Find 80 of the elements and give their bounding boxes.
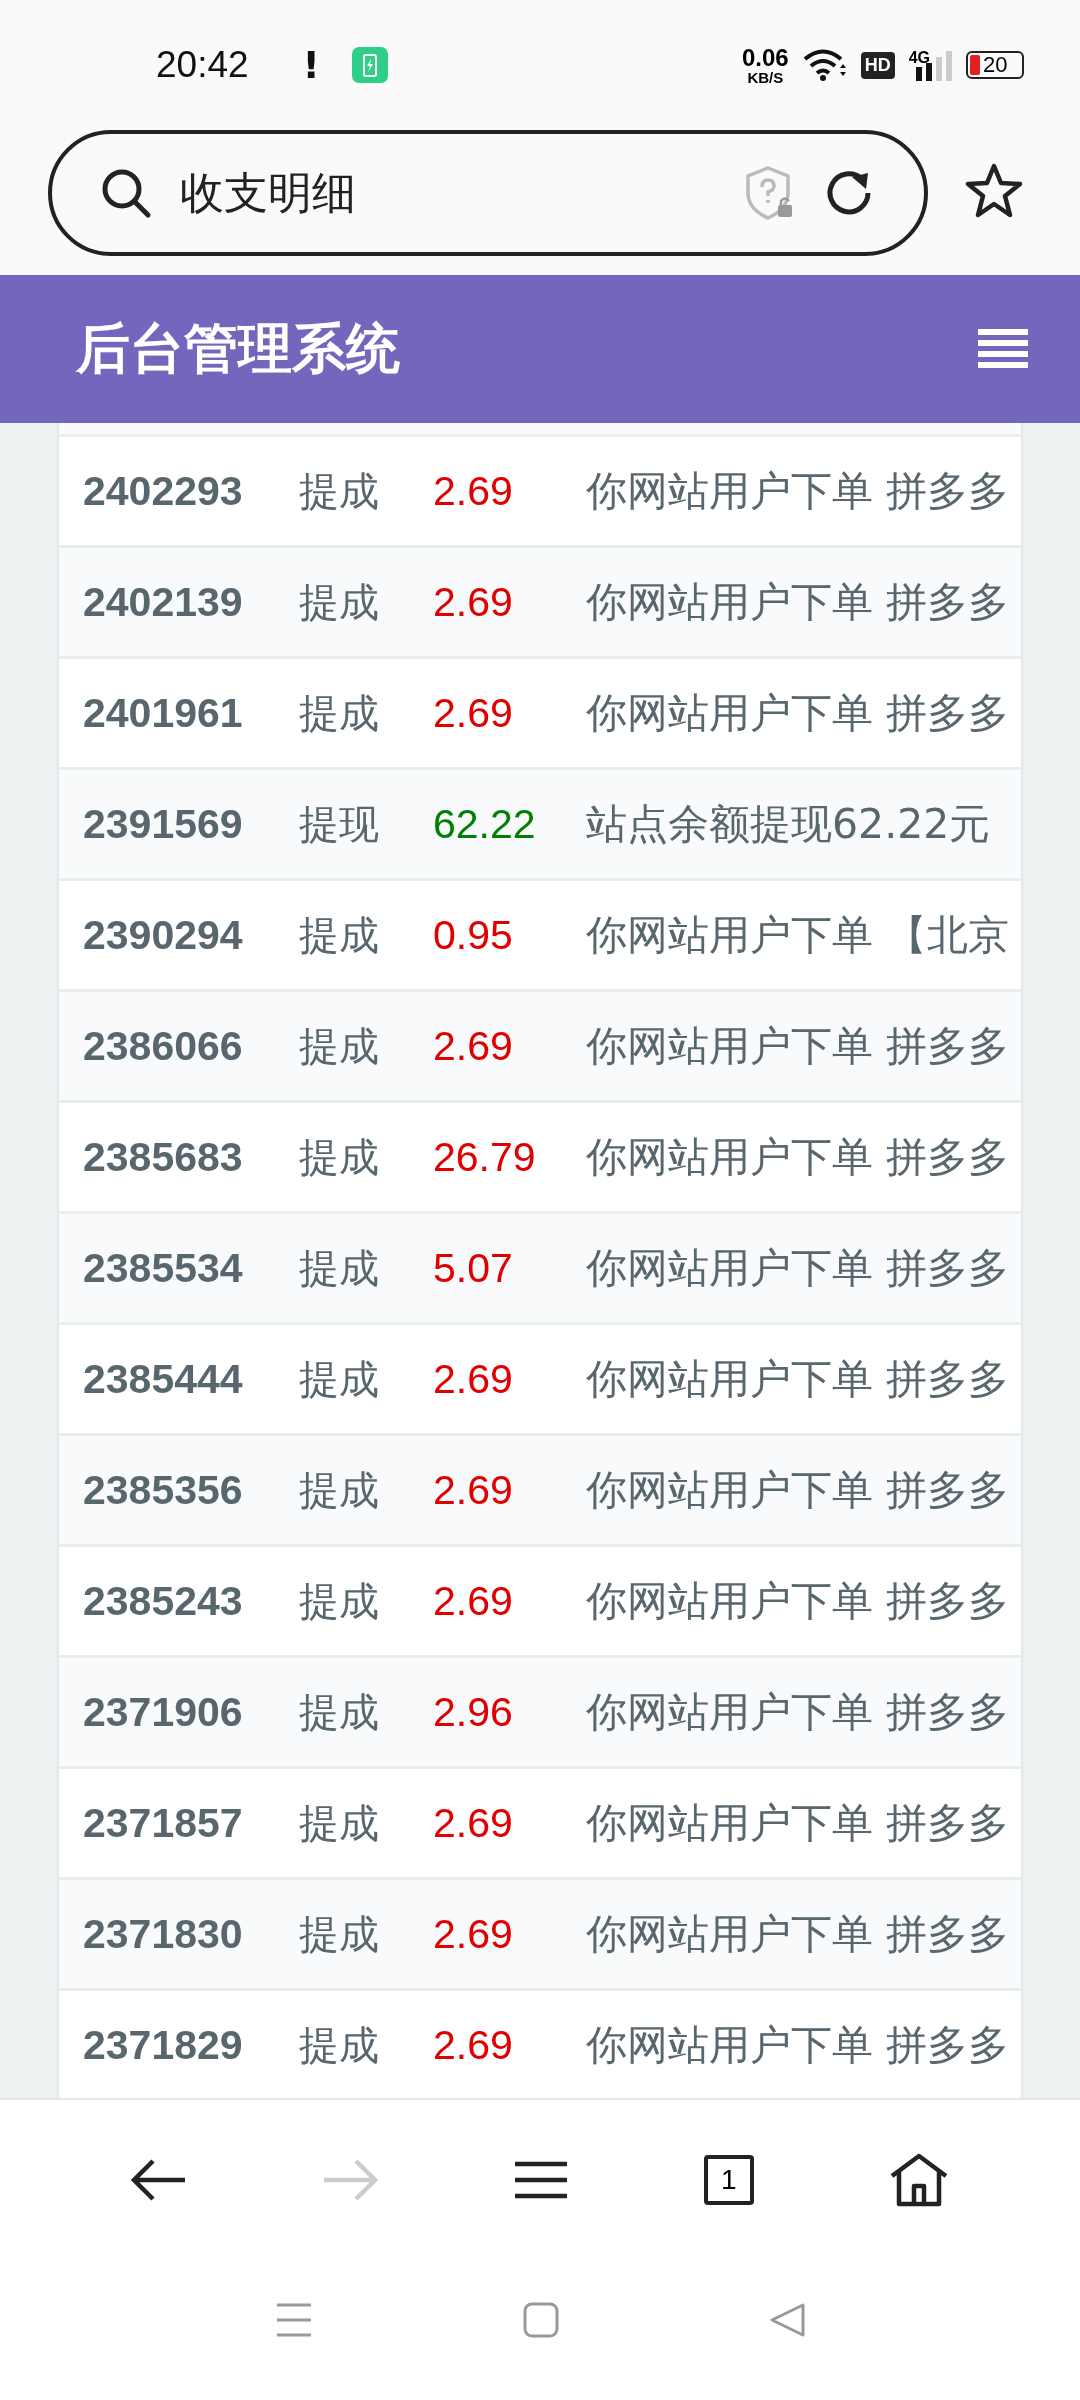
record-id: 2385243 — [82, 1577, 244, 1625]
record-id: 2402139 — [82, 578, 244, 626]
header-title: 后台管理系统 — [76, 315, 400, 382]
record-type: 提成 — [299, 1243, 380, 1293]
record-description: 你网站用户下单 拼多多 — [586, 1464, 1010, 1516]
record-description: 你网站用户下单 拼多多 — [586, 687, 1010, 739]
record-amount: 2.69 — [433, 1022, 514, 1070]
record-amount: 2.69 — [433, 1466, 514, 1514]
record-amount: 0.95 — [433, 911, 514, 959]
address-text: 收支明细 — [180, 165, 356, 220]
record-amount: 2.69 — [433, 1910, 514, 1958]
record-description: 你网站用户下单 拼多多 — [586, 2019, 1010, 2071]
record-id: 2385683 — [82, 1133, 244, 1181]
status-time: 20:42 — [156, 44, 249, 86]
record-type: 提成 — [299, 1909, 380, 1959]
record-id: 2390294 — [82, 911, 244, 959]
network-type: 4G — [908, 49, 930, 67]
battery-indicator: 20 — [966, 51, 1024, 79]
back-triangle-icon[interactable] — [769, 2302, 805, 2338]
record-amount: 2.96 — [433, 1688, 514, 1736]
hd-badge: HD — [860, 51, 895, 79]
record-id: 2371830 — [82, 1910, 244, 1958]
record-type: 提成 — [299, 1465, 380, 1515]
home-square-icon[interactable] — [523, 2302, 559, 2338]
record-type: 提成 — [299, 2020, 380, 2070]
address-bar[interactable]: 收支明细 — [48, 130, 928, 256]
record-type: 提成 — [299, 466, 380, 516]
record-id: 2371906 — [82, 1688, 244, 1736]
network-speed: 0.06 — [741, 45, 789, 70]
record-type: 提成 — [299, 1798, 380, 1848]
record-description: 你网站用户下单 拼多多 — [586, 1131, 1010, 1183]
record-amount: 26.79 — [433, 1133, 537, 1181]
wifi-icon — [802, 48, 847, 82]
record-amount: 2.69 — [433, 467, 514, 515]
back-icon[interactable] — [131, 2158, 188, 2202]
record-description: 你网站用户下单 拼多多 — [586, 1797, 1010, 1849]
record-type: 提成 — [299, 577, 380, 627]
record-id: 2385356 — [82, 1466, 244, 1514]
tabs-button[interactable]: 1 — [703, 2155, 754, 2205]
record-id: 2402293 — [82, 467, 244, 515]
record-id: 2391569 — [82, 800, 244, 848]
record-type: 提成 — [299, 1576, 380, 1626]
record-description: 你网站用户下单 拼多多 — [586, 1020, 1010, 1072]
record-id: 2401961 — [82, 689, 244, 737]
record-amount: 2.69 — [433, 2021, 514, 2069]
record-description: 你网站用户下单 【北京 — [586, 909, 1010, 961]
record-description: 你网站用户下单 拼多多 — [586, 1353, 1010, 1405]
record-description: 你网站用户下单 拼多多 — [586, 1908, 1010, 1960]
record-description: 你网站用户下单 拼多多 — [586, 1575, 1010, 1627]
record-type: 提成 — [299, 688, 380, 738]
record-description: 站点余额提现62.22元 — [586, 798, 991, 850]
recents-icon[interactable] — [275, 2302, 313, 2338]
network-speed-unit: KB/S — [747, 69, 784, 85]
record-id: 2371857 — [82, 1799, 244, 1847]
record-description: 你网站用户下单 拼多多 — [586, 576, 1010, 628]
record-id: 2371829 — [82, 2021, 244, 2069]
record-amount: 2.69 — [433, 1355, 514, 1403]
battery-charging-icon — [351, 47, 388, 83]
record-amount: 5.07 — [433, 1244, 514, 1292]
alert-icon: ! — [302, 43, 320, 87]
record-type: 提成 — [299, 1132, 380, 1182]
record-type: 提成 — [299, 910, 380, 960]
record-id: 2386066 — [82, 1022, 244, 1070]
record-amount: 2.69 — [433, 689, 514, 737]
record-type: 提成 — [299, 1021, 380, 1071]
menu-icon[interactable] — [513, 2160, 569, 2200]
record-type: 提现 — [299, 799, 380, 849]
record-id: 2385444 — [82, 1355, 244, 1403]
record-amount: 62.22 — [433, 800, 537, 848]
record-description: 你网站用户下单 拼多多 — [586, 465, 1010, 517]
record-type: 提成 — [299, 1354, 380, 1404]
record-id: 2385534 — [82, 1244, 244, 1292]
record-type: 提成 — [299, 1687, 380, 1737]
record-amount: 2.69 — [433, 578, 514, 626]
record-description: 你网站用户下单 拼多多 — [586, 1686, 1010, 1738]
record-amount: 2.69 — [433, 1799, 514, 1847]
record-amount: 2.69 — [433, 1577, 514, 1625]
record-description: 你网站用户下单 拼多多 — [586, 1242, 1010, 1294]
star-icon[interactable] — [964, 162, 1024, 220]
home-icon[interactable] — [888, 2152, 949, 2208]
